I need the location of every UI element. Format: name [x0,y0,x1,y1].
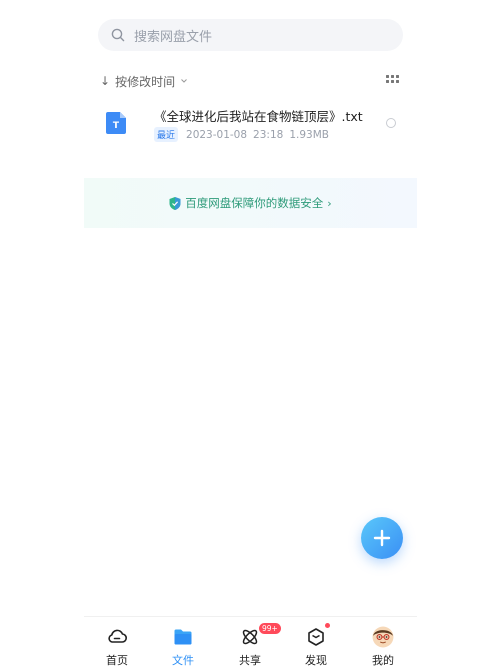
cube-icon [308,628,324,646]
search-placeholder: 搜索网盘文件 [134,29,213,45]
bottom-tab-bar: 首页 文件 99+ 共享 发现 我的 [84,616,417,667]
tab-mine[interactable]: 我的 [350,617,416,667]
select-radio[interactable] [386,118,396,128]
chevron-right-icon: › [327,196,332,210]
file-date: 2023-01-08 [186,128,248,141]
avatar [372,626,394,648]
add-button[interactable] [361,517,403,559]
plus-icon [373,529,391,547]
sort-arrow-icon[interactable]: ↓ [100,74,110,88]
file-list-item[interactable]: T 《全球进化后我站在食物链顶层》.txt 最近 2023-01-08 23:1… [84,100,417,144]
tab-discover[interactable]: 发现 [283,617,349,667]
text-file-icon: T [106,112,126,134]
tab-home[interactable]: 首页 [84,617,150,667]
sort-label[interactable]: 按修改时间 [115,73,175,90]
recent-badge: 最近 [154,127,179,142]
file-size: 1.93MB [289,128,329,141]
file-name: 《全球进化后我站在食物链顶层》.txt [154,109,363,124]
file-meta: 最近 2023-01-08 23:18 1.93MB [154,127,329,142]
svg-text:T: T [113,121,120,131]
share-count-badge: 99+ [259,623,281,634]
folder-icon [174,629,192,645]
grid-view-icon[interactable] [386,74,400,86]
shield-icon [169,196,181,210]
notification-dot [325,623,330,628]
search-bar[interactable]: 搜索网盘文件 [98,19,403,51]
search-icon [111,28,125,42]
cloud-home-icon [108,629,127,643]
tab-share[interactable]: 99+ 共享 [217,617,283,667]
safety-text: 百度网盘保障你的数据安全 [185,196,324,210]
sort-bar: ↓ 按修改时间 [100,72,400,90]
data-safety-banner[interactable]: 百度网盘保障你的数据安全 › [84,178,417,228]
tab-files[interactable]: 文件 [150,617,216,667]
chevron-down-icon[interactable] [180,77,188,85]
share-atom-icon [242,629,258,645]
phone-screen: 搜索网盘文件 ↓ 按修改时间 T 《全球进化后我站在食物链顶层》.txt 最近 … [84,0,417,667]
file-time: 23:18 [253,128,284,141]
